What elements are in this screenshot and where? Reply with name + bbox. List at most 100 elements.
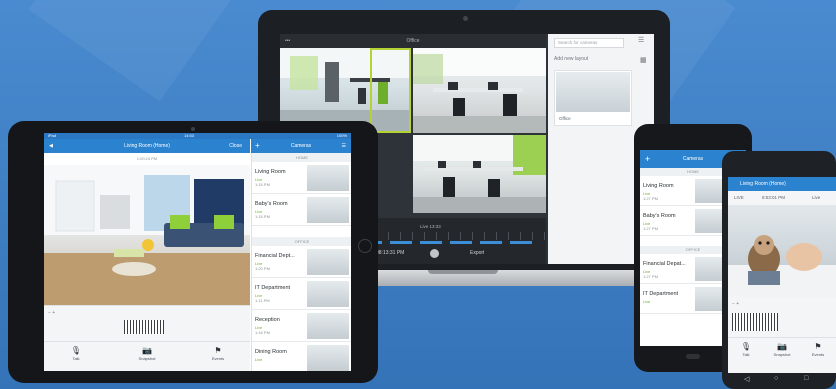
camera-name: IT Department (255, 285, 291, 291)
office-scene (413, 135, 546, 213)
live-badge: Live (643, 299, 651, 304)
tab-live-2[interactable]: Live (812, 191, 820, 205)
flag-icon: ⚑ (214, 346, 222, 355)
events-button[interactable]: ⚑ Events (198, 346, 238, 361)
zoom-icon[interactable]: − + (48, 310, 55, 316)
camera-row[interactable]: Dining Room Live (252, 342, 351, 371)
close-button[interactable]: Close (229, 139, 242, 153)
section-home: HOME (252, 153, 351, 162)
camera-row[interactable]: Reception Live 1:16 PM (252, 310, 351, 342)
android-title: Living Room (Home) (740, 181, 786, 187)
living-room-feed[interactable] (44, 165, 250, 305)
talk-button[interactable]: 🎙 Talk (728, 342, 764, 357)
export-button[interactable]: Export (470, 250, 484, 256)
snapshot-label: Snapshot (138, 356, 156, 361)
mic-icon: 🎙 (70, 346, 82, 355)
camera-thumbnail (307, 249, 349, 275)
window-titlebar: ••• Office (280, 34, 546, 48)
camera-name: Living Room (643, 183, 674, 189)
camera-time: 1:11 PM (255, 298, 270, 303)
window-title: Office (406, 38, 420, 44)
layout-name: Office (559, 116, 571, 121)
back-icon[interactable]: ◁ (744, 375, 749, 383)
camera-row[interactable]: Financial Dept... Live 1:20 PM (252, 246, 351, 278)
flag-icon: ⚑ (814, 342, 822, 351)
recent-apps-icon[interactable]: □ (804, 375, 808, 382)
camera-time: 1:15 PM (255, 182, 270, 187)
tablet-toolbar: 🎙 Talk 📷 Snapshot ⚑ Events (44, 341, 250, 371)
camera-icon: 📷 (777, 342, 787, 351)
camera-name: Dining Room (255, 349, 287, 355)
camera-time: 1:16 PM (255, 330, 270, 335)
android-nav-bar: ◁ ○ □ (722, 375, 836, 389)
events-label: Events (811, 352, 825, 357)
camera-search-input[interactable]: Search for cameras (554, 38, 624, 48)
living-room-scene (44, 165, 250, 305)
webcam (463, 16, 468, 21)
mic-icon: 🎙 (740, 342, 752, 351)
feed-date: 1:00:24 PM (136, 156, 158, 161)
home-icon[interactable]: ○ (774, 375, 778, 382)
snapshot-button[interactable]: 📷 Snapshot (127, 346, 167, 361)
camera-name: Baby's Room (255, 201, 288, 207)
babys-room-feed[interactable] (728, 205, 836, 297)
dog-scene (728, 235, 836, 297)
events-label: Events (211, 356, 225, 361)
selected-feed-outline (370, 48, 411, 133)
talk-button[interactable]: 🎙 Talk (56, 346, 96, 361)
camera-list: HOME Living Room Live 1:15 PM Baby's Roo… (251, 153, 351, 371)
camera-row[interactable]: Baby's Room Live 1:15 PM (252, 194, 351, 226)
cameras-title: Cameras (290, 143, 312, 149)
android-phone: Living Room (Home) LIVE 8:53:01 PM Live … (722, 151, 836, 389)
camera-feed[interactable] (413, 135, 546, 213)
camera-name: Reception (255, 317, 280, 323)
tablet-home-button[interactable] (358, 239, 372, 253)
snapshot-button[interactable]: 📷 Snapshot (764, 342, 800, 357)
android-screen: Living Room (Home) LIVE 8:53:01 PM Live … (728, 177, 836, 373)
camera-name: IT Department (643, 291, 679, 297)
camera-thumbnail (307, 281, 349, 307)
tab-time[interactable]: 8:53:01 PM (762, 191, 785, 205)
android-toolbar: 🎙 Talk 📷 Snapshot ⚑ Events (728, 337, 836, 373)
timeline-strip[interactable] (732, 313, 778, 331)
camera-name: Financial Depat... (643, 261, 686, 267)
snapshot-label: Snapshot (773, 352, 791, 357)
layout-card[interactable]: Office (554, 70, 632, 126)
camera-name: Financial Dept... (255, 253, 295, 259)
live-badge: Live (255, 357, 263, 362)
camera-title: Living Room (Home) (124, 143, 170, 149)
live-label: Live 13:33 (420, 224, 441, 229)
talk-label: Talk (72, 356, 80, 361)
play-button[interactable] (430, 249, 439, 258)
camera-time: 1:20 PM (255, 266, 270, 271)
camera-name: Baby's Room (643, 213, 676, 219)
add-layout-button[interactable]: Add new layout (554, 56, 588, 62)
camera-time: 1:27 PM (643, 196, 658, 201)
zoom-icon[interactable]: − + (732, 301, 739, 307)
camera-thumbnail (307, 345, 349, 371)
tablet-screen: iPad 14:53 100% ◀ Living Room (Home) Clo… (44, 133, 351, 371)
camera-header: ◀ Living Room (Home) Close (44, 139, 250, 153)
grid-icon[interactable]: ▦ (640, 56, 647, 64)
camera-icon: 📷 (142, 346, 152, 355)
camera-thumbnail (307, 313, 349, 339)
layout-thumbnail (556, 72, 630, 112)
camera-thumbnail (307, 197, 349, 223)
laptop-notch (428, 270, 498, 274)
menu-icon[interactable]: ☰ (342, 139, 346, 153)
settings-icon[interactable]: ☰ (638, 36, 644, 44)
camera-thumbnail (307, 165, 349, 191)
camera-row[interactable]: Living Room Live 1:15 PM (252, 162, 351, 194)
timeline-strip[interactable] (124, 320, 164, 334)
camera-name: Living Room (255, 169, 286, 175)
events-button[interactable]: ⚑ Events (800, 342, 836, 357)
camera-feed[interactable] (413, 48, 546, 133)
camera-time: 1:27 PM (643, 274, 658, 279)
tab-live[interactable]: LIVE (734, 191, 744, 205)
android-header: Living Room (Home) (728, 177, 836, 191)
android-tabs: LIVE 8:53:01 PM Live (728, 191, 836, 205)
phone-home-button[interactable] (686, 354, 700, 359)
camera-row[interactable]: IT Department Live 1:11 PM (252, 278, 351, 310)
timeline-controls: − + (728, 297, 836, 337)
camera-time: 1:15 PM (255, 214, 270, 219)
